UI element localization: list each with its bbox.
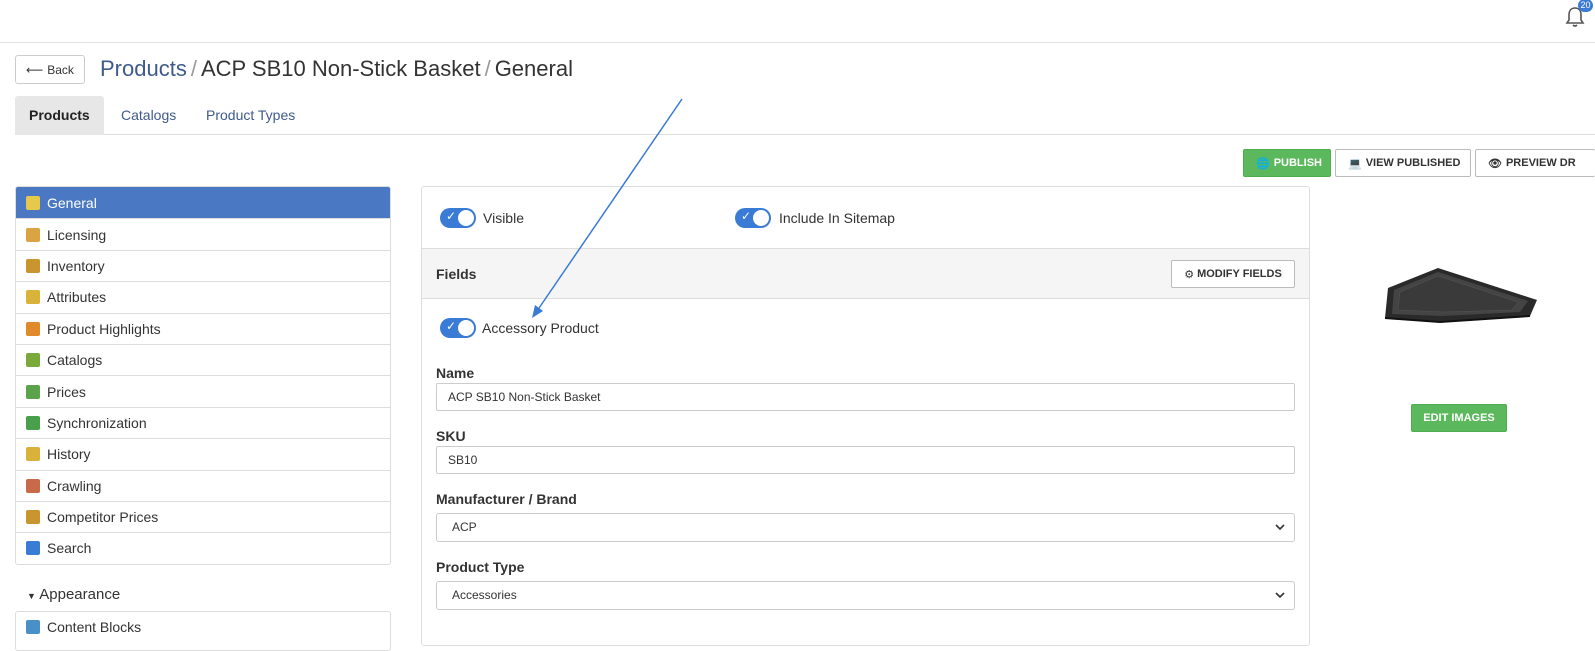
sidebar-item-label: Licensing (47, 226, 107, 243)
appearance-section-toggle[interactable]: ▼ Appearance (27, 586, 120, 603)
accessory-label: Accessory Product (482, 320, 599, 336)
back-button[interactable]: ⟵ Back (15, 55, 85, 84)
catalogs-icon (26, 353, 40, 368)
sku-field[interactable]: SB10 (436, 446, 1295, 474)
appearance-nav: Content Blocks (15, 611, 391, 651)
breadcrumb-separator: / (484, 56, 491, 81)
edit-images-button[interactable]: EDIT IMAGES (1411, 404, 1507, 432)
brand-select[interactable]: ACP (436, 513, 1295, 542)
sitemap-toggle[interactable]: ✓ (735, 208, 771, 228)
publish-button[interactable]: 🌐 PUBLISH (1243, 149, 1331, 177)
sidebar-item-content-blocks[interactable]: Content Blocks (16, 612, 390, 642)
chevron-down-icon (1275, 524, 1285, 531)
sidebar-item-label: Product Highlights (47, 320, 161, 337)
name-label: Name (436, 365, 475, 381)
tab-products[interactable]: Products (15, 96, 104, 135)
gear-icon: ⚙ (1184, 268, 1195, 281)
sidebar-item-inventory[interactable]: Inventory (16, 249, 390, 281)
sidebar-item-attributes[interactable]: Attributes (16, 281, 390, 312)
view-published-button[interactable]: 💻 VIEW PUBLISHED (1335, 149, 1471, 177)
sku-label: SKU (436, 428, 466, 444)
sidebar-item-label: Search (47, 540, 92, 557)
back-label: Back (47, 62, 74, 77)
tab-catalogs[interactable]: Catalogs (107, 96, 190, 135)
chevron-down-icon (1275, 592, 1285, 599)
content-blocks-icon (26, 620, 40, 634)
fields-header: Fields ⚙ MODIFY FIELDS (422, 248, 1309, 299)
caret-down-icon: ▼ (27, 591, 36, 601)
publish-label: PUBLISH (1273, 157, 1322, 169)
sitemap-label: Include In Sitemap (779, 210, 895, 226)
arrow-left-icon: ⟵ (26, 62, 44, 77)
sidebar-item-catalogs[interactable]: Catalogs (16, 343, 390, 375)
sidebar-item-label: General (47, 194, 97, 211)
preview-label: PREVIEW DR (1505, 157, 1576, 169)
sidebar-nav: General Licensing Inventory Attributes Produ… (15, 186, 391, 565)
attributes-icon (26, 290, 40, 305)
notification-badge: 20 (1578, 0, 1593, 12)
globe-icon: 🌐 (1256, 157, 1270, 170)
sidebar-item-general[interactable]: General (16, 187, 390, 219)
sidebar-item-label: Inventory (47, 257, 105, 274)
sidebar-item-prices[interactable]: Prices (16, 375, 390, 406)
visible-label: Visible (483, 210, 524, 226)
modify-fields-label: MODIFY FIELDS (1197, 268, 1282, 280)
laptop-icon: 💻 (1348, 157, 1362, 170)
product-image (1384, 268, 1537, 323)
check-icon: ✓ (446, 209, 457, 223)
search-icon (26, 541, 40, 556)
breadcrumb-product: ACP SB10 Non-Stick Basket (200, 56, 481, 81)
check-icon: ✓ (741, 209, 752, 223)
fields-title: Fields (436, 266, 477, 282)
accessory-toggle[interactable]: ✓ (440, 318, 476, 338)
competitor-icon (26, 510, 40, 525)
sync-icon (26, 415, 40, 430)
main-tabs: Products Catalogs Product Types (15, 96, 1595, 135)
preview-button[interactable]: 👁 PREVIEW DR (1475, 149, 1595, 177)
visible-toggle[interactable]: ✓ (440, 208, 476, 228)
sidebar-item-label: Synchronization (47, 414, 147, 431)
brand-value: ACP (452, 520, 477, 534)
view-published-label: VIEW PUBLISHED (1365, 157, 1461, 169)
appearance-label: Appearance (39, 586, 121, 603)
tab-product-types[interactable]: Product Types (192, 96, 309, 135)
eye-icon: 👁 (1488, 157, 1502, 170)
sidebar-item-label: Catalogs (47, 352, 103, 369)
name-field[interactable]: ACP SB10 Non-Stick Basket (436, 383, 1295, 411)
product-type-value: Accessories (452, 588, 517, 602)
breadcrumb-separator: / (190, 56, 197, 81)
brand-label: Manufacturer / Brand (436, 491, 577, 507)
history-icon (26, 447, 40, 462)
sidebar-item-label: Prices (47, 383, 86, 400)
sidebar-item-label: History (47, 446, 91, 463)
sidebar-item-synchronization[interactable]: Synchronization (16, 406, 390, 438)
sidebar-item-search[interactable]: Search (16, 532, 390, 563)
sidebar-item-history[interactable]: History (16, 438, 390, 469)
product-type-select[interactable]: Accessories (436, 581, 1295, 610)
prices-icon (26, 384, 40, 399)
sidebar-item-competitor-prices[interactable]: Competitor Prices (16, 500, 390, 532)
check-icon: ✓ (446, 319, 457, 333)
sidebar-item-label: Content Blocks (47, 619, 142, 635)
sidebar-item-label: Competitor Prices (47, 509, 159, 526)
inventory-icon (26, 258, 40, 273)
general-panel: ✓ Visible ✓ Include In Sitemap Fields ⚙ … (421, 186, 1310, 646)
breadcrumb: Products / ACP SB10 Non-Stick Basket / Gener… (100, 56, 573, 82)
sidebar-item-crawling[interactable]: Crawling (16, 469, 390, 501)
top-bar: 20 (0, 0, 1595, 43)
sidebar-item-label: Crawling (47, 477, 102, 494)
licensing-icon (26, 227, 40, 242)
crawling-icon (26, 478, 40, 493)
modify-fields-button[interactable]: ⚙ MODIFY FIELDS (1171, 260, 1295, 288)
breadcrumb-products[interactable]: Products (100, 56, 187, 81)
sidebar-item-product-highlights[interactable]: Product Highlights (16, 312, 390, 344)
sidebar-item-label: Attributes (47, 289, 107, 306)
product-type-label: Product Type (436, 559, 525, 575)
breadcrumb-current: General (494, 56, 573, 81)
highlights-icon (26, 321, 40, 336)
sidebar-item-licensing[interactable]: Licensing (16, 218, 390, 249)
general-icon (26, 195, 40, 210)
